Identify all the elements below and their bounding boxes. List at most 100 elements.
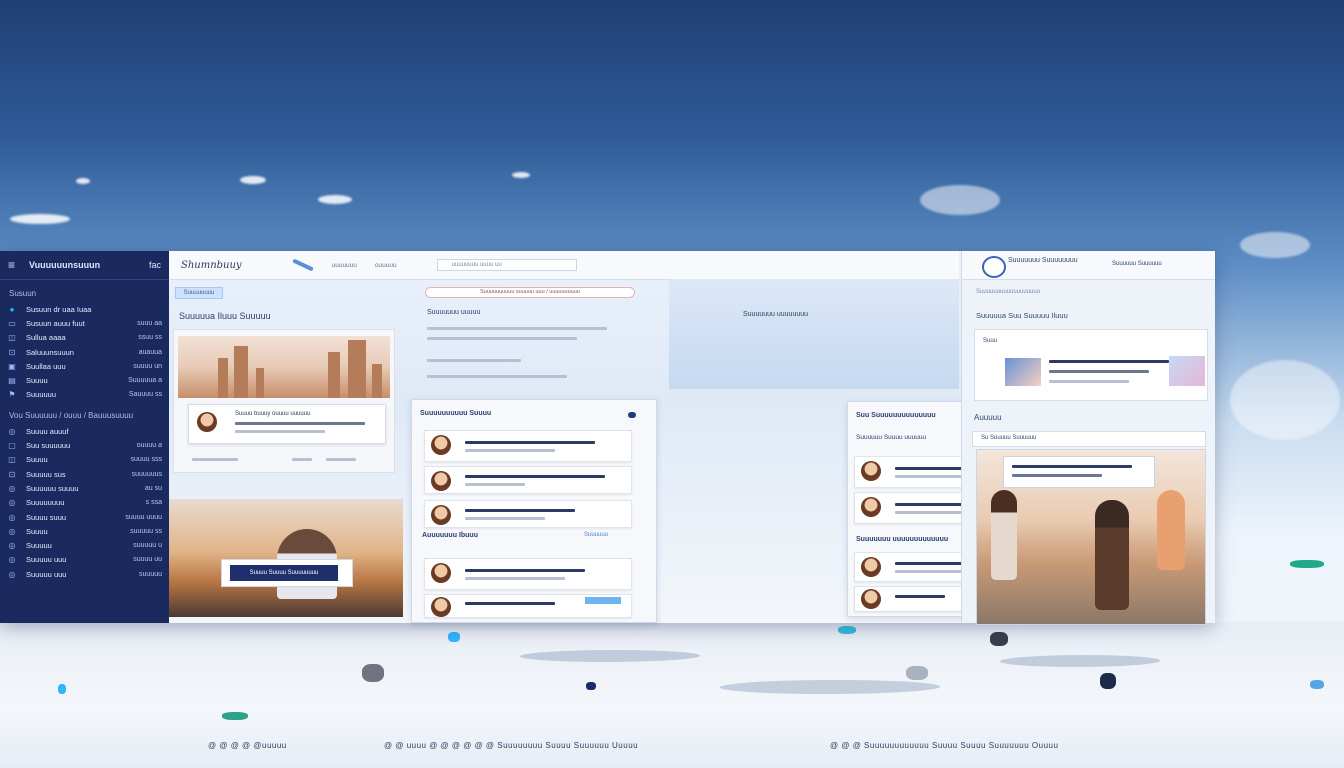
circle-icon: ◎ bbox=[8, 541, 16, 551]
app-title: Vuuuuuunsuuun bbox=[29, 260, 101, 270]
sidebar-item[interactable]: ⚑ Suuuuuu Sauuuu ss bbox=[0, 388, 169, 402]
toolbar-tab[interactable]: uuuuuuu bbox=[332, 262, 357, 269]
pebble bbox=[448, 632, 460, 642]
sidebar-item[interactable]: ▣ Suullaa uuu suuuu un bbox=[0, 359, 169, 373]
sidebar-item[interactable]: ◫ Sullua aaaa ssuu ss bbox=[0, 331, 169, 345]
panel-header: Suuuuuuuuuu Suuuu bbox=[420, 410, 492, 417]
alert-banner[interactable]: Suuuuuuuuuu suuuuu uuu / uuuuuuuuuu bbox=[425, 287, 635, 298]
sidebar-item[interactable]: ◫ Suuuu suuuu sss bbox=[0, 453, 169, 467]
caption-button[interactable]: Suuuu Suuuu Suuuuuuuu bbox=[230, 565, 338, 581]
sidebar-item[interactable]: ⊡ Saluuunsuuun auauua bbox=[0, 345, 169, 359]
avatar bbox=[431, 505, 451, 525]
sidebar-item[interactable]: ◎ Suuuuu suuuuu u bbox=[0, 538, 169, 552]
thumbnail-image bbox=[1169, 356, 1205, 386]
city-image bbox=[178, 336, 390, 398]
panel-indicator-icon bbox=[628, 412, 636, 418]
sidebar-item[interactable]: ◎ Suuuuuu suuuu au su bbox=[0, 481, 169, 495]
sidebar-item[interactable]: ● Susuun dr uaa Iuaa bbox=[0, 302, 169, 316]
tag-button[interactable]: Suuuuuuuu bbox=[175, 287, 223, 299]
sidebar-item[interactable]: ◎ Suuuuuuuu s ssa bbox=[0, 496, 169, 510]
sidebar-item-label: Suuuuu uuu bbox=[26, 555, 67, 565]
sidebar-item-value: suuuuu ss bbox=[130, 527, 162, 535]
sidebar-item[interactable]: ◎ Suuuu auuuf bbox=[0, 424, 169, 438]
panel-header: Suu Suuuuuuuuuuuuuu bbox=[856, 412, 936, 419]
sky-panel bbox=[669, 279, 959, 389]
avatar bbox=[197, 412, 217, 432]
sidebar-item[interactable]: ◎ Suuuuu uuu suuuu uu bbox=[0, 553, 169, 567]
box-icon: ▢ bbox=[8, 441, 16, 451]
sidebar: ≡ Vuuuuuunsuuun fac Susuun ● Susuun dr ua… bbox=[0, 251, 169, 623]
list-row[interactable] bbox=[424, 430, 632, 462]
sidebar-item-value: suuuu sss bbox=[130, 456, 162, 464]
panel-subtitle: Suuuuuu Suuuu uuuuuu bbox=[856, 434, 927, 441]
right-search-input[interactable]: Su Suuuuu Suuuuuu bbox=[972, 431, 1206, 447]
sidebar-item-label: Suullaa uuu bbox=[26, 361, 66, 371]
sidebar-item-value: ssuu ss bbox=[138, 334, 162, 342]
sunset-image: Suuuu Suuuu Suuuuuuuu bbox=[169, 499, 403, 617]
link-icon: ⊡ bbox=[8, 347, 16, 357]
caption-plate: Suuuu Suuuu Suuuuuuuu bbox=[221, 559, 353, 587]
sidebar-item-value: ouuuu a bbox=[136, 442, 162, 450]
message-card[interactable]: Suuuu buuuy ouuuu uuuuuu bbox=[188, 404, 386, 444]
sidebar-item-label: Suuuuuu bbox=[26, 390, 57, 400]
doc-icon: ▤ bbox=[8, 376, 16, 386]
toolbar-tab[interactable]: ouuuuu bbox=[375, 262, 397, 269]
ground-surface bbox=[0, 622, 1344, 768]
column-featured: Suuuuuuuu Suuuuua Iluuu Suuuuu Suuuu buu… bbox=[169, 279, 409, 623]
panel-subheader: Suuuuuuu uuuuuuuuuuuuu bbox=[856, 536, 949, 543]
cloud bbox=[512, 172, 530, 178]
section-subtitle: Suuuuuuu uuuuuuuu bbox=[743, 311, 809, 318]
cloud bbox=[1240, 232, 1310, 258]
sidebar-item-value: Suuuuua a bbox=[128, 377, 162, 385]
sidebar-item-label: Suuuuuuuu bbox=[26, 498, 65, 508]
message-title: Suuuu buuuy ouuuu uuuuuu bbox=[235, 411, 311, 417]
list-row[interactable] bbox=[424, 594, 632, 618]
right-subtitle: Suuuuua Suu Suuuuu Iluuu bbox=[976, 311, 1068, 320]
list-panel: Suuuuuuuuuu Suuuu Auuuuuuu Ibuuu Suuuuuu bbox=[411, 399, 657, 623]
right-strip: Suuuuuuuuuuuuuuuuuu bbox=[976, 289, 1041, 295]
featured-card[interactable]: Suuuu buuuy ouuuu uuuuuu bbox=[173, 329, 395, 473]
sidebar-item[interactable]: ◎ Suuuuu uuu suuuuu bbox=[0, 567, 169, 581]
cloud bbox=[1230, 360, 1340, 440]
sidebar-item-label: Suuuuu sus bbox=[26, 469, 66, 479]
sidebar-item-value: auauua bbox=[138, 348, 162, 356]
list-row[interactable] bbox=[424, 500, 632, 528]
thumbnail-image bbox=[1005, 358, 1041, 386]
sidebar-item-value: suuu aa bbox=[137, 319, 162, 327]
sidebar-item-value: suuuuu u bbox=[133, 542, 162, 550]
right-meta: Suuuuuu Suuuuuu bbox=[1112, 261, 1162, 267]
sidebar-item[interactable]: ▤ Suuuu Suuuuua a bbox=[0, 373, 169, 387]
sidebar-item-label: Suuuu bbox=[26, 455, 48, 465]
search-input[interactable]: uuuuuuuu uuuu uu bbox=[436, 259, 577, 271]
avatar bbox=[431, 471, 451, 491]
sidebar-item[interactable]: ◎ Suuuu suuuuu ss bbox=[0, 524, 169, 538]
sidebar-item[interactable]: ▭ Susuun auuu fuut suuu aa bbox=[0, 316, 169, 330]
panel-tag[interactable]: Suuuuuu bbox=[584, 532, 608, 538]
info-card-tag: Suuu bbox=[983, 338, 998, 344]
sidebar-item[interactable]: ▢ Suu suuuuuu ouuuu a bbox=[0, 438, 169, 452]
pen-icon[interactable] bbox=[291, 258, 314, 272]
avatar bbox=[431, 563, 451, 583]
footer-text: @ @ @ @ @uuuuu bbox=[208, 741, 287, 750]
sidebar-item-label: Suu suuuuuu bbox=[26, 441, 71, 451]
list-row[interactable] bbox=[424, 466, 632, 494]
section-subtitle: Suuuuuuu uuuuu bbox=[427, 309, 481, 316]
right-title: Suuuuuuu Suuuuuuuu bbox=[1008, 257, 1078, 264]
link-icon: ⊡ bbox=[8, 469, 16, 479]
sidebar-item-label: Suuuu bbox=[26, 376, 48, 386]
hamburger-menu-icon[interactable]: ≡ bbox=[8, 258, 15, 272]
sidebar-item[interactable]: ◎ Suuuu suuu suuuu uuuu bbox=[0, 510, 169, 524]
cloud bbox=[318, 195, 352, 204]
circle-icon: ◎ bbox=[8, 498, 16, 508]
circle-icon: ◎ bbox=[8, 483, 16, 493]
sidebar-section-label: Susuun bbox=[9, 289, 37, 298]
circle-icon: ◎ bbox=[8, 526, 16, 536]
sidebar-header: ≡ Vuuuuuunsuuun fac bbox=[0, 251, 169, 280]
sidebar-item[interactable]: ⊡ Suuuuu sus suuuuuus bbox=[0, 467, 169, 481]
list-row[interactable] bbox=[424, 558, 632, 590]
logo-icon bbox=[982, 256, 1006, 278]
info-card[interactable]: Suuu bbox=[974, 329, 1208, 401]
sidebar-corner-label[interactable]: fac bbox=[149, 260, 161, 270]
pebble bbox=[586, 682, 596, 690]
pebble bbox=[58, 684, 66, 694]
